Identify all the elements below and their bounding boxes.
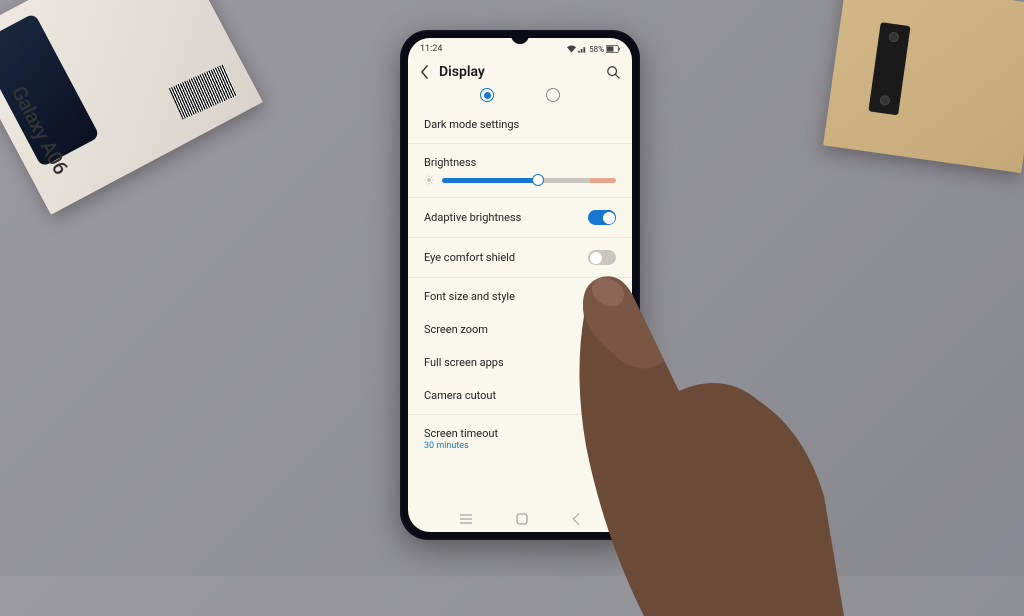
battery-icon	[606, 45, 620, 53]
page-header: Display	[408, 58, 632, 88]
light-mode-radio[interactable]	[480, 88, 494, 102]
screen-zoom-item[interactable]: Screen zoom	[424, 313, 616, 346]
recents-button[interactable]	[459, 513, 473, 525]
eye-comfort-label: Eye comfort shield	[424, 251, 515, 264]
status-time: 11:24	[420, 44, 442, 54]
nav-bar	[408, 506, 632, 532]
phone-frame: 11:24 58% Display Dark mode settings Bri…	[400, 30, 640, 540]
status-icons: 58%	[567, 45, 620, 54]
adaptive-brightness-toggle[interactable]	[588, 210, 616, 225]
screen-timeout-value: 30 minutes	[424, 441, 616, 451]
divider	[408, 197, 632, 198]
search-icon[interactable]	[606, 65, 620, 79]
box-surface: Galaxy A06	[0, 0, 263, 215]
brightness-slider-thumb[interactable]	[532, 174, 544, 186]
hinge-icon	[868, 22, 910, 115]
sun-icon	[424, 175, 434, 185]
camera-cutout-item[interactable]: Camera cutout	[424, 379, 616, 412]
screen-timeout-label: Screen timeout	[424, 427, 616, 440]
dark-mode-settings-item[interactable]: Dark mode settings	[424, 108, 616, 141]
product-box: Galaxy A06	[0, 0, 263, 215]
page-title: Display	[439, 64, 596, 80]
settings-list: Dark mode settings Brightness Adaptive b…	[408, 88, 632, 506]
home-button[interactable]	[515, 512, 529, 526]
eye-comfort-toggle[interactable]	[588, 250, 616, 265]
eye-comfort-row[interactable]: Eye comfort shield	[424, 240, 616, 275]
theme-mode-row	[424, 88, 616, 108]
brightness-slider-row	[424, 169, 616, 195]
font-size-item[interactable]: Font size and style	[424, 280, 616, 313]
divider	[408, 277, 632, 278]
screen-timeout-item[interactable]: Screen timeout 30 minutes	[424, 417, 616, 453]
wifi-icon	[567, 45, 576, 53]
nav-back-button[interactable]	[571, 512, 581, 526]
wooden-crate	[823, 0, 1024, 173]
phone-screen: 11:24 58% Display Dark mode settings Bri…	[408, 38, 632, 532]
barcode-icon	[169, 64, 238, 119]
brightness-label: Brightness	[424, 146, 616, 169]
dark-mode-radio[interactable]	[546, 88, 560, 102]
adaptive-brightness-label: Adaptive brightness	[424, 211, 521, 224]
back-icon[interactable]	[420, 65, 429, 79]
adaptive-brightness-row[interactable]: Adaptive brightness	[424, 200, 616, 235]
fullscreen-apps-item[interactable]: Full screen apps	[424, 346, 616, 379]
divider	[408, 237, 632, 238]
signal-icon	[578, 45, 587, 53]
divider	[408, 414, 632, 415]
brightness-slider[interactable]	[442, 178, 616, 183]
divider	[408, 143, 632, 144]
battery-percent: 58%	[589, 45, 604, 54]
